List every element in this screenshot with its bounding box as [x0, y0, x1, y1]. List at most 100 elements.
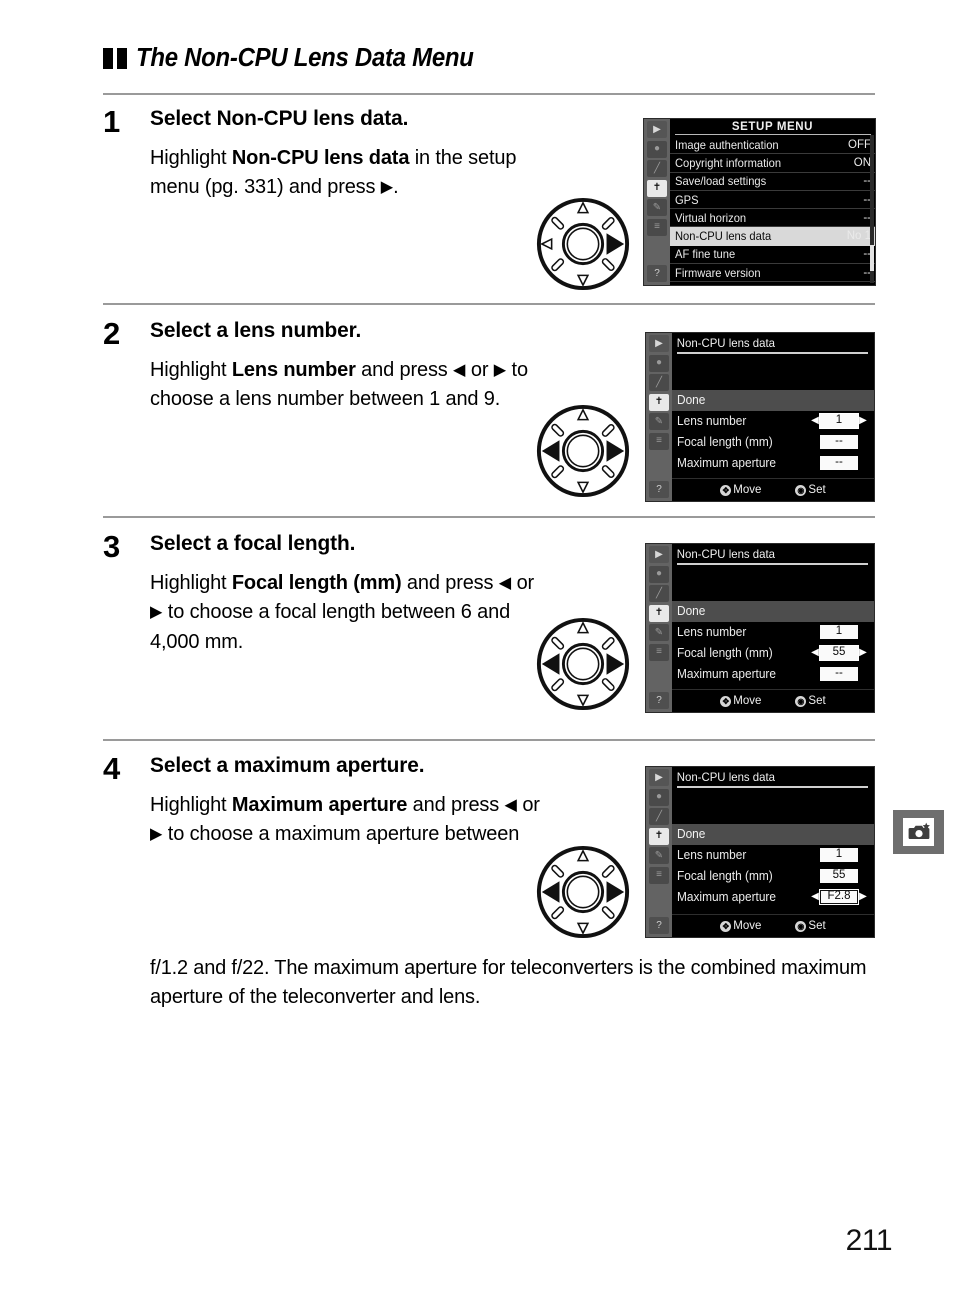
lens-number-row[interactable]: Lens number ◀ 1 ▶ — [672, 622, 874, 643]
setup-menu-screenshot: ▶ ● ╱ ✝ ✎ ≡ ? SETUP MENU Image authentic… — [643, 118, 876, 286]
step-2-para-2: and press — [355, 358, 454, 382]
step-2-para-bold: Lens number — [231, 358, 356, 382]
menu-sidebar: ▶ ● ╱ ✝ ✎ ≡ ? — [644, 119, 670, 285]
done-row[interactable]: Done — [672, 823, 874, 845]
shooting-icon[interactable]: ● — [649, 788, 669, 806]
row-value[interactable]: 1 — [820, 848, 858, 862]
menu-row-value: -- — [863, 175, 871, 188]
row-value[interactable]: -- — [820, 667, 858, 681]
menu-row[interactable]: Image authentication OFF — [670, 136, 875, 155]
done-label: Done — [677, 827, 706, 841]
help-icon[interactable]: ? — [647, 265, 667, 282]
row-value[interactable]: -- — [820, 435, 858, 449]
shooting-icon[interactable]: ● — [649, 565, 669, 583]
playback-icon[interactable]: ▶ — [647, 121, 667, 138]
recent-settings-icon[interactable]: ≡ — [649, 432, 669, 450]
playback-icon[interactable]: ▶ — [649, 769, 669, 786]
non-cpu-lens-data-screenshot-step4: ▶ ● ╱ ✝ ✎ ≡ ? Non-CPU lens data Done Len… — [645, 766, 875, 938]
step-1-para-3: . — [393, 175, 399, 199]
right-arrow-icon[interactable]: ▶ — [858, 648, 868, 658]
menu-row-selected[interactable]: Non-CPU lens data No 1 — [670, 227, 875, 246]
maximum-aperture-row[interactable]: Maximum aperture ◀ -- ▶ — [672, 453, 874, 474]
setup-wrench-icon[interactable]: ✝ — [649, 604, 669, 622]
step-4-para-1: Highlight — [150, 793, 232, 817]
menu-row-value: ON — [853, 156, 871, 169]
menu-row[interactable]: Copyright information ON — [670, 154, 875, 173]
right-arrow-icon[interactable]: ▶ — [858, 416, 868, 426]
step-4-title: Select a maximum aperture. — [150, 753, 425, 777]
lens-number-row[interactable]: Lens number ◀ 1 ▶ — [672, 411, 874, 432]
divider-1 — [103, 93, 875, 95]
ok-button-glyph-icon: ◉ — [795, 695, 807, 707]
playback-icon[interactable]: ▶ — [649, 335, 669, 352]
menu-row[interactable]: GPS -- — [670, 191, 875, 210]
non-cpu-lens-data-screenshot-step3: ▶ ● ╱ ✝ ✎ ≡ ? Non-CPU lens data Done Len… — [645, 543, 875, 713]
playback-icon[interactable]: ▶ — [649, 546, 669, 563]
menu-row-value: -- — [863, 193, 871, 206]
manual-page: The Non-CPU Lens Data Menu 1 Select Non-… — [0, 0, 954, 1314]
setup-wrench-icon[interactable]: ✝ — [649, 393, 669, 411]
row-value[interactable]: 55 — [819, 645, 859, 661]
shooting-icon[interactable]: ● — [649, 354, 669, 372]
menu-row-value: -- — [863, 248, 871, 261]
menu-row[interactable]: AF fine tune -- — [670, 246, 875, 265]
row-label: Maximum aperture — [677, 667, 776, 681]
help-icon[interactable]: ? — [649, 481, 669, 498]
done-row[interactable]: Done — [672, 600, 874, 622]
section-title: The Non-CPU Lens Data Menu — [136, 44, 474, 72]
right-arrow-icon[interactable]: ▶ — [858, 892, 868, 902]
left-arrow-icon[interactable]: ◀ — [810, 416, 820, 426]
camera-star-icon — [903, 818, 934, 846]
row-value[interactable]: F2.8 — [819, 889, 859, 905]
maximum-aperture-row[interactable]: Maximum aperture ◀ F2.8 ▶ — [672, 887, 874, 908]
done-row[interactable]: Done — [672, 389, 874, 411]
focal-length-row[interactable]: Focal length (mm) ◀ 55 ▶ — [672, 643, 874, 664]
retouch-icon[interactable]: ✎ — [647, 199, 667, 216]
screen-title: Non-CPU lens data — [676, 770, 775, 784]
hint-bar: ✥ Move ◉ Set — [672, 914, 874, 937]
retouch-icon[interactable]: ✎ — [649, 847, 669, 864]
shooting-icon[interactable]: ● — [647, 140, 667, 158]
row-value[interactable]: 1 — [819, 413, 859, 429]
retouch-icon[interactable]: ✎ — [649, 624, 669, 641]
custom-settings-icon[interactable]: ╱ — [649, 374, 669, 391]
menu-row[interactable]: Firmware version -- — [670, 264, 875, 283]
custom-settings-icon[interactable]: ╱ — [649, 808, 669, 825]
multi-selector-glyph-icon: ✥ — [720, 484, 732, 496]
focal-length-row[interactable]: Focal length (mm) ◀ 55 ▶ — [672, 866, 874, 887]
focal-length-row[interactable]: Focal length (mm) ◀ -- ▶ — [672, 432, 874, 453]
row-label: Maximum aperture — [677, 456, 776, 470]
recent-settings-icon[interactable]: ≡ — [649, 643, 669, 661]
help-icon[interactable]: ? — [649, 692, 669, 709]
menu-row[interactable]: Save/load settings -- — [670, 173, 875, 191]
recent-settings-icon[interactable]: ≡ — [647, 218, 667, 236]
multi-selector-glyph-icon: ✥ — [720, 695, 732, 707]
divider-3 — [103, 516, 875, 518]
retouch-icon[interactable]: ✎ — [649, 413, 669, 430]
menu-scrollbar[interactable] — [870, 135, 874, 283]
row-value[interactable]: 1 — [820, 625, 858, 639]
custom-settings-icon[interactable]: ╱ — [649, 585, 669, 602]
page-number: 211 — [845, 1224, 893, 1257]
menu-row-label: AF fine tune — [675, 247, 736, 262]
left-arrow-icon[interactable]: ◀ — [810, 892, 820, 902]
left-arrow-icon[interactable]: ◀ — [810, 648, 820, 658]
row-value[interactable]: 55 — [820, 869, 858, 883]
multi-selector-dial-step-1 — [534, 195, 632, 293]
lens-number-row[interactable]: Lens number ◀ 1 ▶ — [672, 845, 874, 866]
right-arrow-glyph: ▶ — [380, 177, 394, 196]
maximum-aperture-row[interactable]: Maximum aperture ◀ -- ▶ — [672, 664, 874, 685]
setup-wrench-icon[interactable]: ✝ — [649, 827, 669, 845]
setup-menu-title: SETUP MENU — [731, 121, 814, 133]
help-icon[interactable]: ? — [649, 917, 669, 934]
step-2-number: 2 — [103, 316, 121, 351]
setup-wrench-icon[interactable]: ✝ — [647, 179, 667, 197]
row-value[interactable]: -- — [820, 456, 858, 470]
setup-menu-body: SETUP MENU Image authentication OFF Copy… — [670, 119, 875, 285]
row-label: Focal length (mm) — [677, 435, 773, 449]
menu-row[interactable]: Virtual horizon -- — [670, 209, 875, 228]
custom-settings-icon[interactable]: ╱ — [647, 160, 667, 177]
set-label: Set — [808, 484, 826, 496]
step-1-title: Select Non-CPU lens data. — [150, 106, 557, 131]
recent-settings-icon[interactable]: ≡ — [649, 866, 669, 884]
